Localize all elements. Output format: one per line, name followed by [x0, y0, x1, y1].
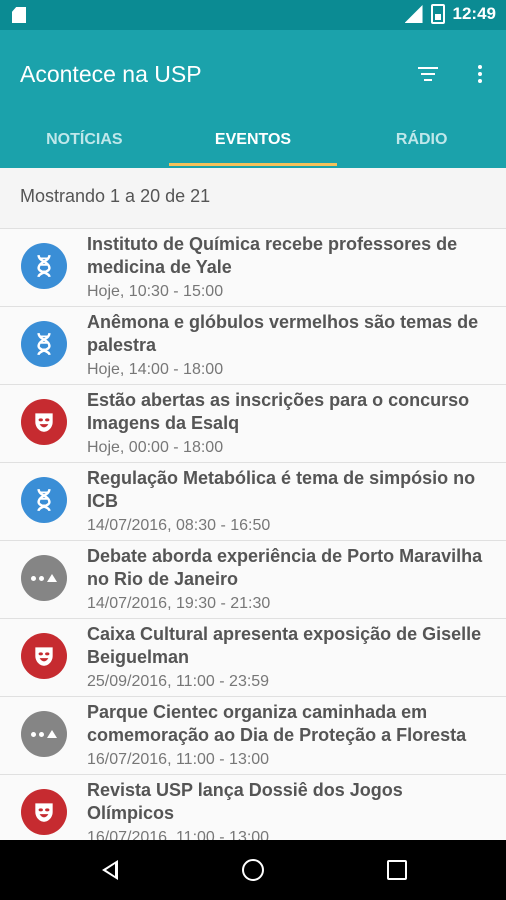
- tab-noticias[interactable]: NOTÍCIAS: [0, 120, 169, 168]
- event-item[interactable]: Instituto de Química recebe professores …: [0, 229, 506, 307]
- event-item[interactable]: Estão abertas as inscrições para o concu…: [0, 385, 506, 463]
- event-title: Anêmona e glóbulos vermelhos são temas d…: [87, 312, 479, 355]
- tab-label: NOTÍCIAS: [46, 131, 123, 148]
- more-options-icon[interactable]: [468, 62, 492, 86]
- recent-apps-icon[interactable]: [387, 860, 407, 880]
- event-time: 25/09/2016, 11:00 - 23:59: [87, 673, 270, 690]
- app-title: Acontece na USP: [20, 61, 202, 87]
- event-time: 14/07/2016, 19:30 - 21:30: [87, 595, 271, 612]
- event-title: Debate aborda experiência de Porto Marav…: [87, 546, 483, 589]
- tab-bar: NOTÍCIAS EVENTOS RÁDIO: [0, 120, 506, 168]
- tab-radio[interactable]: RÁDIO: [337, 120, 506, 168]
- event-time: Hoje, 00:00 - 18:00: [87, 439, 224, 456]
- results-summary: Mostrando 1 a 20 de 21: [20, 186, 211, 206]
- tab-eventos[interactable]: EVENTOS: [168, 120, 338, 168]
- event-title: Regulação Metabólica é tema de simpósio …: [87, 468, 476, 511]
- event-item[interactable]: Debate aborda experiência de Porto Marav…: [0, 541, 506, 619]
- event-time: 14/07/2016, 08:30 - 16:50: [87, 517, 271, 534]
- system-navigation-bar: [0, 840, 506, 900]
- app-bar: Acontece na USP NOTÍCIAS EVENTOS RÁDIO: [0, 30, 506, 168]
- event-title: Revista USP lança Dossiê dos Jogos Olímp…: [87, 780, 403, 823]
- event-time: Hoje, 10:30 - 15:00: [87, 283, 224, 300]
- sim-card-icon: [12, 7, 26, 23]
- battery-icon: [430, 4, 445, 24]
- dna-icon: [21, 243, 67, 289]
- event-item[interactable]: Anêmona e glóbulos vermelhos são temas d…: [0, 307, 506, 385]
- event-title: Parque Cientec organiza caminhada em com…: [87, 702, 467, 745]
- theater-mask-icon: [21, 633, 67, 679]
- status-time: 12:49: [452, 4, 496, 23]
- tab-label: EVENTOS: [214, 131, 292, 148]
- signal-icon: 3G: [404, 5, 423, 23]
- event-time: Hoje, 14:00 - 18:00: [87, 361, 224, 378]
- home-icon[interactable]: [242, 859, 264, 881]
- theater-mask-icon: [21, 399, 67, 445]
- event-title: Estão abertas as inscrições para o concu…: [87, 390, 470, 433]
- event-title: Caixa Cultural apresenta exposição de Gi…: [87, 624, 482, 667]
- event-item[interactable]: Parque Cientec organiza caminhada em com…: [0, 697, 506, 775]
- tab-label: RÁDIO: [395, 131, 448, 148]
- network-type: 3G: [398, 3, 411, 13]
- event-item[interactable]: Regulação Metabólica é tema de simpósio …: [0, 463, 506, 541]
- back-icon[interactable]: [102, 860, 118, 880]
- event-time: 16/07/2016, 11:00 - 13:00: [87, 751, 270, 768]
- shapes-icon: [21, 711, 67, 757]
- event-title: Instituto de Química recebe professores …: [87, 234, 458, 277]
- event-item[interactable]: Caixa Cultural apresenta exposição de Gi…: [0, 619, 506, 697]
- filter-icon[interactable]: [416, 63, 440, 87]
- event-list: Instituto de Química recebe professores …: [0, 228, 506, 853]
- theater-mask-icon: [21, 789, 67, 835]
- dna-icon: [21, 321, 67, 367]
- status-icons: 3G 12:49: [404, 4, 496, 24]
- shapes-icon: [21, 555, 67, 601]
- tab-indicator: [168, 163, 338, 166]
- dna-icon: [21, 477, 67, 523]
- status-bar: 3G 12:49: [0, 0, 506, 30]
